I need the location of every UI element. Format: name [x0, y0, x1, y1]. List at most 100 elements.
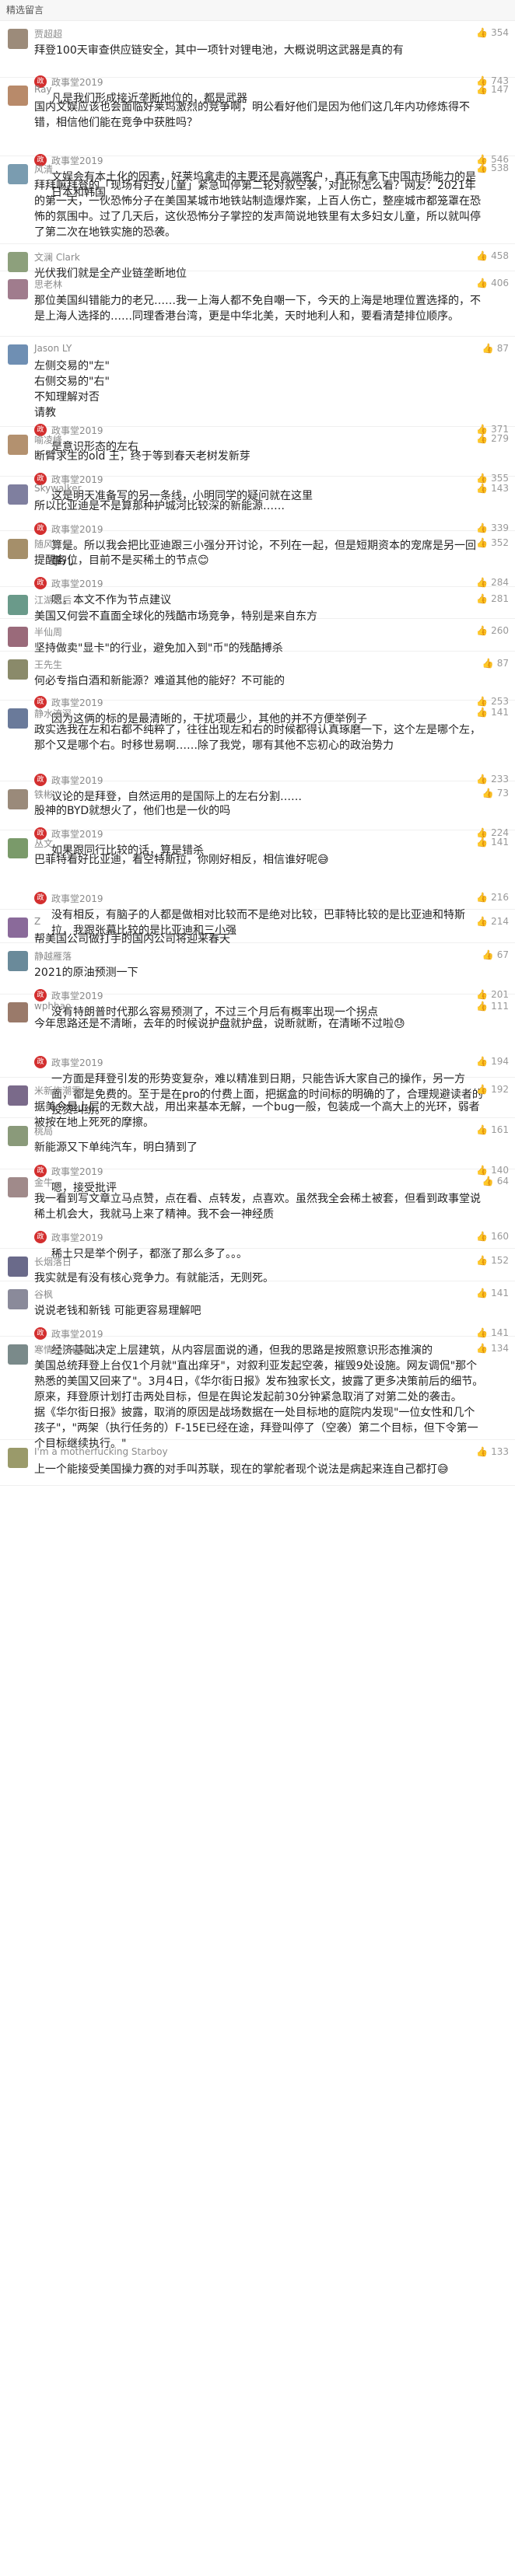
comment-item: 铁彬 👍 73 股神的BYD就想火了，他们也是一伙的吗政政事堂2019 👍 224 如果跟同… [0, 781, 515, 857]
comment-text: 提醒各位，目前不是买稀土的节点😊 [34, 554, 209, 567]
like-button[interactable]: 👍 152 [476, 1255, 509, 1266]
avatar[interactable] [8, 484, 28, 505]
avatar[interactable] [8, 659, 28, 680]
reply-like-button[interactable]: 👍 194 [476, 1056, 509, 1067]
like-button[interactable]: 👍 354 [476, 27, 509, 38]
like-button[interactable]: 👍 538 [476, 163, 509, 173]
author-badge-icon: 政 [34, 1056, 47, 1068]
like-button[interactable]: 👍 458 [476, 250, 509, 261]
thumbs-up-icon: 👍 [476, 593, 489, 604]
like-button[interactable]: 👍 192 [476, 1084, 509, 1095]
avatar[interactable] [8, 838, 28, 858]
commenter-name: 金牛 [34, 1177, 54, 1188]
reply-like-button[interactable]: 👍 160 [476, 1231, 509, 1242]
comment-item: Skywalker 👍 143 所以比亚迪是不是算那种护城河比较深的新能源…… 政政事堂… [0, 477, 515, 568]
comment-text: 政实选我在左和右都不纯粹了，往往出现左和右的时候都得认真琢磨一下，这个左是哪个左… [34, 724, 481, 752]
commenter-name: 半仙周 [34, 627, 63, 638]
avatar[interactable] [8, 344, 28, 365]
like-count: 152 [491, 1255, 509, 1266]
like-count: 134 [491, 1343, 509, 1354]
comment-item: 丛文 👍 141 巴菲特看好比亚迪，看空特斯拉，你刚好相反，相信谁好呢😅 政政事堂201… [0, 830, 515, 937]
comment-text: 那位美国纠错能力的老兄……我一上海人都不免自嘲一下，今天的上海是地理位置选择的，… [34, 295, 481, 323]
avatar[interactable] [8, 435, 28, 455]
avatar[interactable] [8, 627, 28, 647]
avatar[interactable] [8, 918, 28, 938]
comment-item: 随风行健 👍 352 提醒各位，目前不是买稀土的节点😊 政政事堂2019 👍 284 嗯，本文… [0, 531, 515, 606]
comment-item: 长烟落日 👍 152 我实就是有没有核心竞争力。有就能活，无则死。 [0, 1249, 515, 1285]
thumbs-up-icon: 👍 [476, 707, 489, 718]
like-button[interactable]: 👍 147 [476, 84, 509, 95]
avatar[interactable] [8, 1085, 28, 1106]
comment-text: 巴菲特看好比亚迪，看空特斯拉，你刚好相反，相信谁好呢😅 [34, 854, 329, 866]
avatar[interactable] [8, 1257, 28, 1277]
thumbs-up-icon: 👍 [476, 1446, 489, 1457]
like-button[interactable]: 👍 279 [476, 433, 509, 444]
like-button[interactable]: 👍 281 [476, 593, 509, 604]
comment-text: 美国总统拜登上台仅1个月就"直出痒牙"，对叙利亚发起空袭，摧毁9处设施。网友调侃… [34, 1360, 484, 1450]
avatar[interactable] [8, 595, 28, 615]
thumbs-up-icon: 👍 [476, 1001, 489, 1012]
like-button[interactable]: 👍 260 [476, 625, 509, 636]
reply-like-count: 284 [491, 577, 509, 588]
commenter-name: 王先生 [34, 659, 63, 670]
avatar[interactable] [8, 789, 28, 809]
avatar[interactable] [8, 1126, 28, 1146]
commenter-name: Skywalker [34, 483, 82, 494]
comment-item: 半仙周 👍 260 坚持做卖"显卡"的行业，避免加入到"币"的残酷搏杀 [0, 619, 515, 655]
avatar[interactable] [8, 252, 28, 272]
like-button[interactable]: 👍 161 [476, 1124, 509, 1135]
avatar[interactable] [8, 86, 28, 106]
comment-item: 风清 👍 538 拜拜嘛拜登的「现场有妇女儿童」紧急叫停第二轮对叙空袭，对此你怎么看？… [0, 156, 515, 244]
reply-like-button[interactable]: 👍 216 [476, 892, 509, 903]
like-button[interactable]: 👍 111 [476, 1001, 509, 1012]
avatar[interactable] [8, 279, 28, 299]
like-button[interactable]: 👍 64 [482, 1176, 509, 1187]
thumbs-up-icon: 👍 [476, 278, 489, 288]
like-button[interactable]: 👍 73 [482, 788, 509, 799]
avatar[interactable] [8, 1344, 28, 1365]
like-button[interactable]: 👍 406 [476, 278, 509, 288]
thumbs-up-icon: 👍 [476, 1343, 489, 1354]
like-button[interactable]: 👍 67 [482, 949, 509, 960]
like-count: 192 [491, 1084, 509, 1095]
like-button[interactable]: 👍 134 [476, 1343, 509, 1354]
avatar[interactable] [8, 1289, 28, 1309]
like-button[interactable]: 👍 141 [476, 837, 509, 848]
like-button[interactable]: 👍 87 [482, 343, 509, 354]
commenter-name: 米新炸潮零八 [34, 1085, 91, 1096]
commenter-name: 风清 [34, 164, 54, 175]
like-button[interactable]: 👍 141 [476, 1288, 509, 1298]
thumbs-up-icon: 👍 [482, 949, 494, 960]
like-button[interactable]: 👍 141 [476, 707, 509, 718]
like-button[interactable]: 👍 143 [476, 483, 509, 494]
commenter-name: 思老林 [34, 279, 63, 290]
thumbs-up-icon: 👍 [476, 433, 489, 444]
comment-item: 江湖之后 👍 281 美国又何尝不直面全球化的残酷市场竞争，特别是来自东方 [0, 587, 515, 623]
avatar[interactable] [8, 1448, 28, 1468]
avatar[interactable] [8, 951, 28, 971]
avatar[interactable] [8, 708, 28, 729]
avatar[interactable] [8, 1002, 28, 1022]
avatar[interactable] [8, 164, 28, 184]
commenter-name: 文澜 Clark [34, 252, 80, 263]
like-button[interactable]: 👍 133 [476, 1446, 509, 1457]
thumbs-up-icon: 👍 [476, 625, 489, 636]
like-button[interactable]: 👍 87 [482, 658, 509, 669]
comment-item: 金牛 👍 64 我一看到写文章立马点赞，点在看、点转发，点喜欢。虽然我全会稀土被套，但… [0, 1169, 515, 1260]
avatar[interactable] [8, 1177, 28, 1197]
comment-item: 静越雁落 👍 67 2021的原油预测一下政政事堂2019 👍 201 没有特朗普时代那么容… [0, 943, 515, 1019]
like-count: 458 [491, 250, 509, 261]
avatar[interactable] [8, 29, 28, 49]
thumbs-up-icon: 👍 [476, 483, 489, 494]
like-button[interactable]: 👍 214 [476, 916, 509, 927]
reply-author-name: 政事堂2019 [51, 1232, 103, 1243]
thumbs-up-icon: 👍 [476, 1288, 489, 1298]
reply-like-button[interactable]: 👍 284 [476, 577, 509, 588]
like-count: 538 [491, 163, 509, 173]
comment-text: 何必专指白酒和新能源？难道其他的能好？不可能的 [34, 675, 285, 687]
avatar[interactable] [8, 539, 28, 559]
like-count: 141 [491, 707, 509, 718]
commenter-name: 喻凌峰 [34, 435, 63, 446]
reply-author-name: 政事堂2019 [51, 893, 103, 904]
like-button[interactable]: 👍 352 [476, 537, 509, 548]
